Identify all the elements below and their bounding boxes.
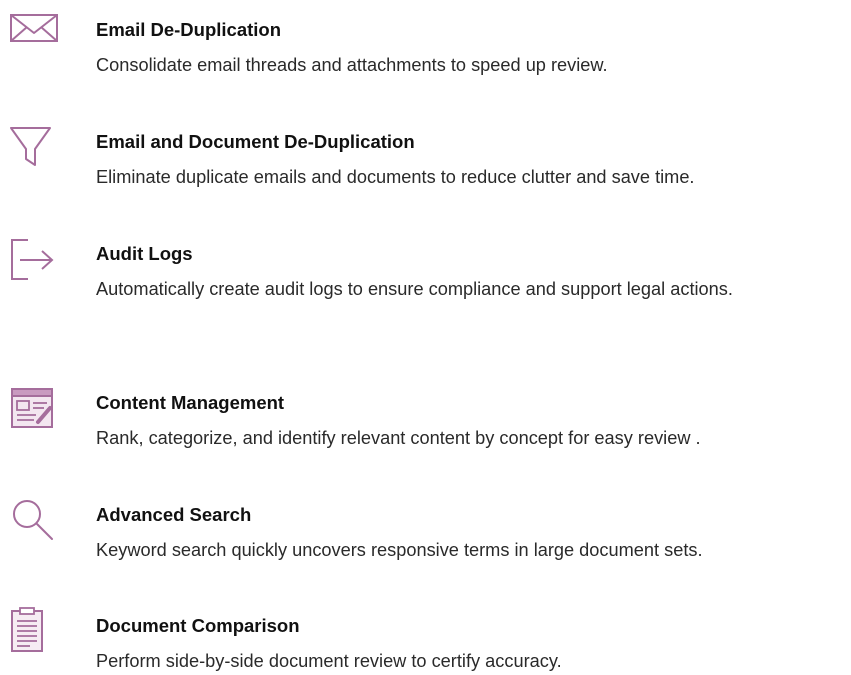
magnifier-icon <box>8 495 60 541</box>
funnel-icon <box>8 125 60 171</box>
feature-description: Rank, categorize, and identify relevant … <box>96 428 701 448</box>
exit-arrow-icon <box>8 236 60 282</box>
feature-description: Automatically create audit logs to ensur… <box>96 279 733 299</box>
document-icon <box>8 607 60 654</box>
feature-title: Audit Logs <box>96 243 193 264</box>
feature-description: Perform side-by-side document review to … <box>96 651 562 671</box>
feature-title: Email De-Duplication <box>96 19 282 40</box>
feature-description: Eliminate duplicate emails and documents… <box>96 167 695 187</box>
feature-title: Advanced Search <box>96 504 252 525</box>
feature-description: Keyword search quickly uncovers responsi… <box>96 540 703 560</box>
feature-title: Document Comparison <box>96 615 300 636</box>
feature-title: Content Management <box>96 392 285 413</box>
envelope-icon <box>8 12 60 58</box>
content-window-icon <box>8 386 60 432</box>
feature-title: Email and Document De-Duplication <box>96 131 415 152</box>
feature-description: Consolidate email threads and attachment… <box>96 55 608 75</box>
